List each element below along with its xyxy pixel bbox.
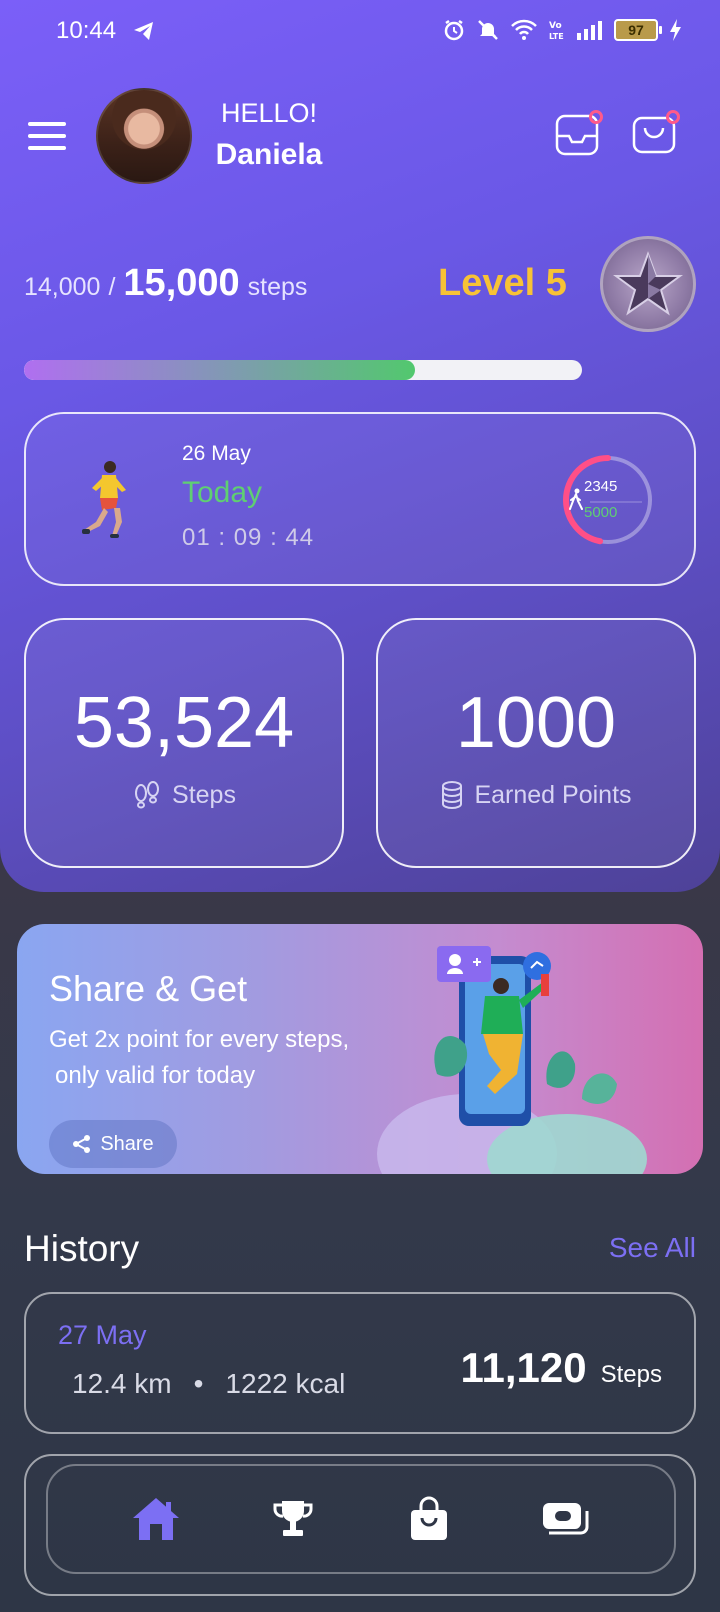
share-promo-banner[interactable]: Share & Get Get 2x point for every steps…: [17, 924, 703, 1174]
banner-description-line2: only valid for today: [55, 1062, 256, 1089]
nav-home[interactable]: [128, 1491, 184, 1547]
share-illustration: [377, 946, 647, 1174]
history-date: 27 May: [58, 1320, 147, 1350]
earned-points-value: 1000: [455, 683, 617, 763]
runner-illustration: [82, 461, 126, 538]
total-steps-label-row: Steps: [26, 780, 342, 810]
battery-indicator: 97: [614, 19, 662, 41]
level-badge[interactable]: [600, 236, 696, 332]
walking-icon: [569, 488, 583, 510]
today-date: 26 May: [182, 442, 251, 465]
banner-description-line1: Get 2x point for every steps,: [49, 1026, 350, 1053]
status-time: 10:44: [56, 17, 117, 44]
bottom-navigation: [24, 1454, 696, 1596]
history-steps-unit: Steps: [600, 1361, 662, 1388]
telegram-icon: [134, 22, 153, 40]
share-icon: [73, 1135, 91, 1153]
notification-dot: [666, 110, 680, 124]
history-bullet: •: [193, 1368, 204, 1399]
footprints-icon: [135, 781, 160, 809]
status-bar: 10:44 Vo LTE 97: [0, 0, 720, 66]
share-button[interactable]: Share: [49, 1120, 177, 1168]
volte-icon: VoLTE: [549, 21, 564, 41]
username: Daniela: [215, 138, 323, 171]
avatar[interactable]: [96, 88, 192, 184]
total-steps-value: 53,524: [73, 683, 295, 763]
status-icons: Vo LTE 97: [442, 18, 682, 42]
goal-steps: 15,000: [123, 262, 240, 304]
notification-dot: [589, 110, 603, 124]
share-button-label: Share: [100, 1132, 154, 1155]
bottom-navigation-bar: [46, 1464, 676, 1574]
star-icon: [613, 251, 683, 316]
today-card[interactable]: 26 May Today 01 : 09 : 44 2345 5000: [24, 412, 696, 586]
earned-points-card[interactable]: 1000 Earned Points: [376, 618, 696, 868]
greeting: HELLO!: [220, 98, 318, 128]
alarm-icon: [444, 19, 464, 41]
ring-current-steps: 2345: [584, 478, 618, 495]
charging-icon: [670, 19, 681, 41]
total-steps-card[interactable]: 53,524 Steps: [24, 618, 344, 868]
history-distance: 12.4 km: [72, 1368, 172, 1399]
signal-icon: [577, 21, 602, 40]
steps-separator: /: [108, 273, 116, 301]
earned-points-label-row: Earned Points: [378, 780, 694, 810]
history-item[interactable]: 27 May 12.4 km • 1222 kcal 11,120 Steps: [24, 1292, 696, 1434]
battery-level: 97: [628, 22, 644, 38]
steps-unit: steps: [247, 273, 308, 301]
step-goal-summary: 14,000 / 15,000 steps: [24, 262, 307, 305]
banner-title: Share & Get: [49, 968, 248, 1009]
history-title: History: [24, 1228, 140, 1269]
step-progress-fill: [24, 360, 415, 380]
wifi-icon: [511, 19, 537, 40]
step-progress-bar: [24, 360, 582, 380]
total-steps-label: Steps: [172, 780, 236, 809]
trophy-icon: [273, 1501, 313, 1536]
svg-text:LTE: LTE: [549, 32, 564, 41]
home-icon: [133, 1498, 180, 1540]
coins-icon: [442, 781, 463, 810]
wallet-icon: [542, 1503, 589, 1535]
history-steps: 11,120 Steps: [460, 1344, 662, 1392]
ring-goal-steps: 5000: [584, 504, 618, 521]
today-duration: 01 : 09 : 44: [182, 524, 315, 551]
current-steps: 14,000: [24, 273, 101, 301]
level-label: Level 5: [438, 262, 567, 304]
shopping-bag-icon: [411, 1496, 448, 1540]
mute-icon: [478, 20, 498, 40]
nav-wallet[interactable]: [538, 1491, 594, 1547]
today-label: Today: [182, 476, 263, 509]
nav-shop[interactable]: [401, 1491, 457, 1547]
earned-points-label: Earned Points: [474, 780, 632, 809]
menu-icon[interactable]: [28, 122, 66, 150]
history-meta: 12.4 km • 1222 kcal: [72, 1368, 345, 1400]
svg-text:Vo: Vo: [549, 21, 562, 31]
nav-trophy[interactable]: [265, 1491, 321, 1547]
shopping-bag-notification-icon[interactable]: [632, 110, 680, 156]
history-steps-value: 11,120: [460, 1344, 587, 1391]
history-calories: 1222 kcal: [225, 1368, 346, 1399]
inbox-icon[interactable]: [555, 110, 603, 156]
see-all-link[interactable]: See All: [609, 1232, 696, 1264]
